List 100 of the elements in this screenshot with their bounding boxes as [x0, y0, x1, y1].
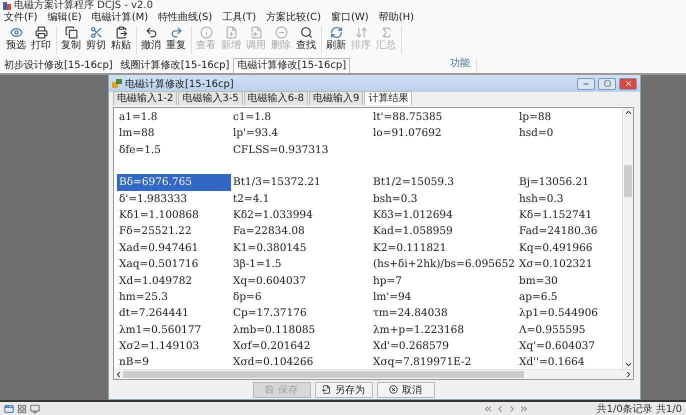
- result-cell[interactable]: a1=1.8: [117, 109, 231, 126]
- result-cell[interactable]: Xσ2=1.149103: [117, 338, 231, 354]
- result-cell[interactable]: Kδ2=1.033994: [231, 206, 371, 224]
- result-cell[interactable]: t2=4.1: [231, 190, 371, 207]
- result-cell[interactable]: K2=0.111821: [371, 240, 517, 256]
- toolbar-button[interactable]: 粘贴: [109, 26, 133, 54]
- result-cell[interactable]: Bj=13056.21: [517, 174, 617, 191]
- menu-item[interactable]: 编辑(E): [44, 11, 88, 24]
- tab[interactable]: 电磁输入9: [309, 91, 364, 105]
- menu-item[interactable]: 帮助(H): [374, 11, 420, 24]
- result-cell[interactable]: lm=88: [117, 125, 231, 142]
- result-cell[interactable]: Bδ=6976.765: [117, 174, 231, 191]
- scrollbar-thumb[interactable]: [624, 165, 632, 197]
- result-cell[interactable]: Xad=0.947461: [117, 240, 231, 256]
- document-tab[interactable]: 电磁计算修改[15-16cp]: [233, 58, 350, 73]
- clipboard-icon: [114, 26, 128, 39]
- result-cell[interactable]: lt'=88.75385: [371, 109, 517, 126]
- result-cell[interactable]: 3β-1=1.5: [231, 256, 371, 273]
- toolbar-button[interactable]: 重复: [164, 26, 188, 54]
- result-cell[interactable]: Xσf=0.201642: [231, 338, 371, 354]
- result-cell[interactable]: Xaq=0.501716: [117, 256, 231, 273]
- toolbar-button[interactable]: 刷新: [324, 26, 348, 54]
- result-cell[interactable]: lp=88: [517, 109, 617, 126]
- app-icon: [3, 2, 11, 10]
- minimize-button[interactable]: [577, 78, 595, 90]
- result-cell[interactable]: nB=9: [117, 354, 231, 371]
- result-cell[interactable]: CFLSS=0.937313: [231, 142, 371, 158]
- document-tab[interactable]: 线圈计算修改[15-16cp]: [116, 58, 234, 73]
- menu-item[interactable]: 窗口(W): [327, 11, 375, 24]
- vertical-scrollbar[interactable]: [622, 108, 633, 369]
- result-cell[interactable]: λm1=0.560177: [117, 322, 231, 338]
- tab[interactable]: 计算结果: [364, 91, 412, 105]
- result-cell[interactable]: λp1=0.544906: [517, 305, 617, 322]
- toolbar-button[interactable]: 剪切: [84, 26, 108, 54]
- result-cell[interactable]: Xσd=0.104266: [231, 354, 371, 371]
- result-cell[interactable]: bm=30: [517, 272, 617, 289]
- copy-icon: [64, 26, 78, 39]
- dialog-button[interactable]: 取消: [376, 382, 434, 398]
- toolbar-button[interactable]: 打印: [29, 26, 53, 54]
- result-cell[interactable]: c1=1.8: [231, 109, 371, 126]
- dialog-button[interactable]: 另存为: [314, 382, 372, 398]
- result-cell[interactable]: Kδ3=1.012694: [371, 206, 517, 224]
- result-cell[interactable]: hsh=0.3: [517, 190, 617, 207]
- menu-item[interactable]: 方案比较(C): [262, 11, 327, 24]
- result-cell[interactable]: Xd=1.049782: [117, 272, 231, 289]
- result-cell[interactable]: δp=6: [231, 288, 371, 306]
- menu-item[interactable]: 特性曲线(S): [154, 11, 218, 24]
- result-cell[interactable]: (hs+δi+2hk)/bs=6.095652: [371, 256, 517, 273]
- result-cell[interactable]: λm+p=1.223168: [371, 322, 517, 338]
- result-cell[interactable]: τm=24.84038: [371, 305, 517, 322]
- result-cell[interactable]: lo=91.07692: [371, 125, 517, 142]
- result-cell[interactable]: lp'=93.4: [231, 125, 371, 142]
- horizontal-scrollbar[interactable]: [114, 369, 633, 379]
- result-cell[interactable]: Fad=24180.36: [517, 223, 617, 240]
- maximize-button[interactable]: [598, 78, 616, 90]
- result-cell[interactable]: Xd'=0.268579: [371, 338, 517, 354]
- result-cell[interactable]: Fδ=25521.22: [117, 223, 231, 240]
- result-cell[interactable]: Xq=0.604037: [231, 272, 371, 289]
- record-count: 共1/0条记录 共1/0: [596, 402, 682, 415]
- menu-item[interactable]: 电磁计算(M): [88, 11, 154, 24]
- result-cell[interactable]: hm=25.3: [117, 288, 231, 306]
- result-cell[interactable]: Xd''=0.1664: [517, 354, 617, 371]
- menu-item[interactable]: 文件(F): [0, 11, 44, 24]
- result-cell[interactable]: Λ=0.955595: [517, 322, 617, 338]
- tab[interactable]: 电磁输入1-2: [113, 91, 178, 105]
- result-cell[interactable]: Xσ=0.102321: [517, 256, 617, 273]
- tab[interactable]: 电磁输入3-5: [178, 91, 243, 105]
- result-cell[interactable]: K1=0.380145: [231, 240, 371, 256]
- close-button[interactable]: [619, 78, 637, 90]
- result-cell[interactable]: Kδ=1.152741: [517, 206, 617, 224]
- menu-item[interactable]: 工具(T): [218, 11, 262, 24]
- result-cell[interactable]: δfe=1.5: [117, 142, 231, 158]
- toolbar-button[interactable]: 复制: [59, 26, 83, 54]
- result-cell[interactable]: lm'=94: [371, 288, 517, 306]
- result-cell[interactable]: Fa=22834.08: [231, 223, 371, 240]
- result-cell[interactable]: Bt1/3=15372.21: [231, 174, 371, 191]
- result-cell[interactable]: ap=6.5: [517, 288, 617, 306]
- document-tab[interactable]: 初步设计修改[15-16cp]: [0, 58, 117, 73]
- result-cell[interactable]: Xσq=7.819971E-2: [371, 354, 517, 371]
- result-cell[interactable]: δ'=1.983333: [117, 190, 231, 207]
- result-cell[interactable]: Kδ1=1.100868: [117, 206, 231, 224]
- close-icon: [624, 79, 632, 88]
- result-cell[interactable]: hp=7: [371, 272, 517, 289]
- result-cell[interactable]: Kq=0.491966: [517, 240, 617, 256]
- result-cell[interactable]: Bt1/2=15059.3: [371, 174, 517, 191]
- result-cell[interactable]: Xq'=0.604037: [517, 338, 617, 354]
- scrollbar-thumb[interactable]: [123, 371, 524, 378]
- result-cell[interactable]: bsh=0.3: [371, 190, 517, 207]
- toolbar-button[interactable]: 查找: [294, 26, 318, 54]
- result-cell[interactable]: dt=7.264441: [117, 305, 231, 322]
- tab[interactable]: 电磁输入6-8: [244, 91, 308, 105]
- toolbar-button[interactable]: 撤消: [139, 26, 163, 54]
- result-cell[interactable]: hsd=0: [517, 125, 617, 142]
- result-cell[interactable]: Cp=17.37176: [231, 305, 371, 322]
- result-cell[interactable]: Kad=1.058959: [371, 223, 517, 240]
- window-icon: [112, 79, 122, 88]
- maximize-icon: [604, 80, 610, 87]
- result-cell[interactable]: λmb=0.118085: [231, 322, 371, 338]
- window-title: 电磁计算修改[15-16cp]: [125, 78, 235, 90]
- toolbar-button[interactable]: 预选: [4, 26, 28, 54]
